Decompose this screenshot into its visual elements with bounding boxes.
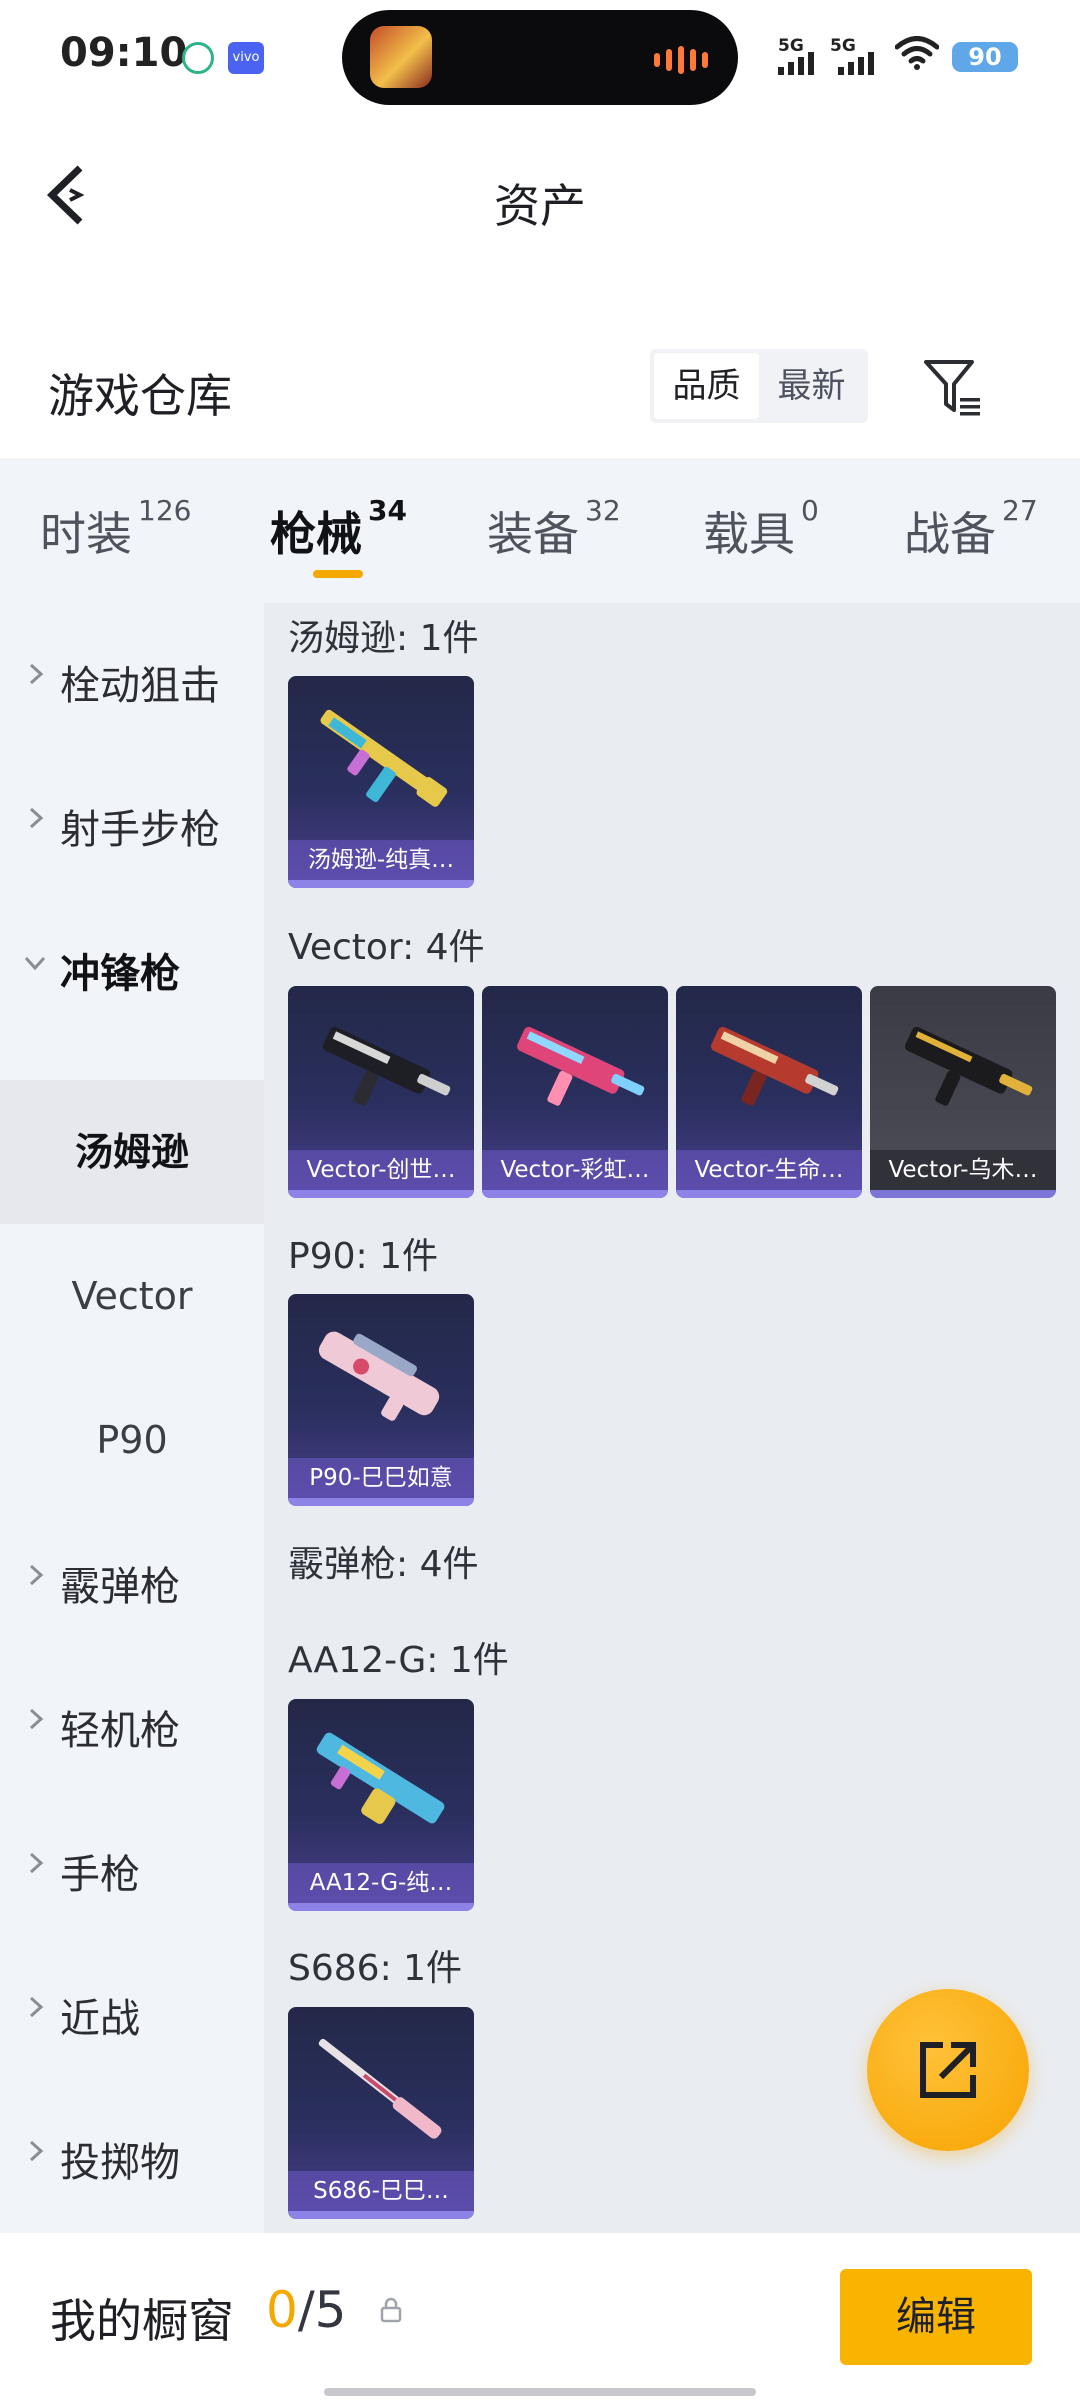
active-tab-indicator xyxy=(313,570,363,578)
showcase-title: 我的橱窗 xyxy=(50,2294,234,2348)
vector-skin-icon xyxy=(323,1026,451,1106)
tab-equipment[interactable]: 装备 32 xyxy=(487,494,621,564)
signal-bars-icon xyxy=(778,52,814,75)
home-indicator[interactable] xyxy=(324,2388,756,2396)
thompson-skin-icon xyxy=(320,709,448,807)
showcase-count: 0/5 xyxy=(266,2281,347,2339)
chevron-right-icon xyxy=(29,807,44,829)
skin-name: 汤姆逊-纯真… xyxy=(288,840,474,880)
wifi-icon xyxy=(895,36,939,70)
skin-card-p90-1[interactable]: P90-巳巳如意 xyxy=(288,1294,474,1506)
status-time: 09:10 xyxy=(60,30,188,76)
rarity-bar xyxy=(482,1190,668,1198)
vivo-notification-icon: vivo xyxy=(228,42,264,74)
rarity-bar xyxy=(288,1190,474,1198)
sort-latest-option[interactable]: 最新 xyxy=(759,353,864,419)
skin-card-s686-1[interactable]: S686-巳巳… xyxy=(288,2007,474,2219)
p90-skin-icon xyxy=(318,1331,440,1421)
vector-skin-icon xyxy=(517,1026,645,1106)
audio-wave-icon xyxy=(654,46,708,74)
skin-card-aa12g-1[interactable]: AA12-G-纯… xyxy=(288,1699,474,1911)
signal-bars-icon-2 xyxy=(838,52,874,75)
game-app-icon xyxy=(370,26,432,88)
rarity-bar xyxy=(288,1498,474,1506)
edit-button[interactable]: 编辑 xyxy=(840,2269,1032,2365)
chevron-right-icon xyxy=(29,1852,44,1874)
sidebar-item-shotgun[interactable]: 霰弹枪 xyxy=(0,1506,264,1650)
sidebar-item-bolt-sniper[interactable]: 栓动狙击 xyxy=(0,605,264,749)
battery-indicator: 90 xyxy=(952,42,1018,72)
share-icon xyxy=(920,2042,976,2098)
group-title-thompson: 汤姆逊: 1件 xyxy=(288,618,479,659)
showcase-bar: 我的橱窗 0/5 编辑 xyxy=(0,2233,1080,2400)
skin-name: S686-巳巳… xyxy=(288,2171,474,2211)
group-title-p90: P90: 1件 xyxy=(288,1236,438,1277)
skin-name: P90-巳巳如意 xyxy=(288,1458,474,1498)
category-tabs: 时装 126 枪械 34 装备 32 载具 0 战备 27 xyxy=(0,458,1080,603)
group-title-s686: S686: 1件 xyxy=(288,1948,463,1989)
skin-name: Vector-彩虹… xyxy=(482,1150,668,1190)
sidebar-item-lmg[interactable]: 轻机枪 xyxy=(0,1650,264,1794)
tab-vehicles[interactable]: 载具 0 xyxy=(703,494,819,564)
rarity-bar xyxy=(288,1903,474,1911)
skin-card-vector-1[interactable]: Vector-创世… xyxy=(288,986,474,1198)
skin-name: Vector-生命… xyxy=(676,1150,862,1190)
vector-skin-icon xyxy=(905,1026,1033,1106)
sidebar-subitem-p90[interactable]: P90 xyxy=(0,1368,264,1512)
chevron-right-icon xyxy=(29,1708,44,1730)
tab-firearms[interactable]: 枪械 34 xyxy=(270,494,407,564)
rarity-bar xyxy=(676,1190,862,1198)
sidebar-item-throwables[interactable]: 投掷物 xyxy=(0,2082,264,2226)
sort-toggle: 品质 最新 xyxy=(650,349,868,423)
chevron-right-icon xyxy=(29,1564,44,1586)
share-button[interactable] xyxy=(867,1989,1029,2151)
lock-icon xyxy=(380,2297,402,2323)
chevron-right-icon xyxy=(29,663,44,685)
rarity-bar xyxy=(288,2211,474,2219)
group-title-vector: Vector: 4件 xyxy=(288,927,485,968)
weapon-type-nav: 栓动狙击 射手步枪 冲锋枪 汤姆逊 Vector P90 霰弹枪 轻机枪 手枪 … xyxy=(0,603,264,2233)
s686-skin-icon xyxy=(318,2038,442,2139)
sidebar-subitem-thompson[interactable]: 汤姆逊 xyxy=(0,1080,264,1224)
skin-card-vector-3[interactable]: Vector-生命… xyxy=(676,986,862,1198)
tab-supplies[interactable]: 战备 27 xyxy=(904,494,1038,564)
sidebar-item-pistol[interactable]: 手枪 xyxy=(0,1794,264,1938)
sidebar-item-smg[interactable]: 冲锋枪 xyxy=(0,893,264,1037)
group-title-shotgun: 霰弹枪: 4件 xyxy=(288,1544,479,1585)
chevron-right-icon xyxy=(29,2140,44,2162)
status-bar: 09:10 vivo 5G 5G 90 xyxy=(0,0,1080,115)
dynamic-island xyxy=(342,10,738,105)
group-title-aa12g: AA12-G: 1件 xyxy=(288,1640,509,1681)
tab-fashion[interactable]: 时装 126 xyxy=(40,494,191,564)
skin-name: Vector-创世… xyxy=(288,1150,474,1190)
skin-card-vector-2[interactable]: Vector-彩虹… xyxy=(482,986,668,1198)
vector-skin-icon xyxy=(711,1026,839,1106)
sidebar-item-melee[interactable]: 近战 xyxy=(0,1938,264,2082)
rarity-bar xyxy=(870,1190,1056,1198)
app-notification-icon xyxy=(182,42,214,74)
skin-name: Vector-乌木… xyxy=(870,1150,1056,1190)
aa12g-skin-icon xyxy=(316,1732,445,1824)
chevron-right-icon xyxy=(29,1996,44,2018)
skin-card-thompson-1[interactable]: 汤姆逊-纯真… xyxy=(288,676,474,888)
skin-name: AA12-G-纯… xyxy=(288,1863,474,1903)
filter-icon[interactable] xyxy=(920,354,986,420)
sidebar-subitem-vector[interactable]: Vector xyxy=(0,1224,264,1368)
warehouse-title: 游戏仓库 xyxy=(48,369,232,423)
skin-card-vector-4[interactable]: Vector-乌木… xyxy=(870,986,1056,1198)
sidebar-item-dmr[interactable]: 射手步枪 xyxy=(0,749,264,893)
rarity-bar xyxy=(288,880,474,888)
sort-quality-option[interactable]: 品质 xyxy=(654,353,759,419)
weapon-skin-list: 汤姆逊: 1件 汤姆逊-纯真… Vector: 4件 Vector-创世… Ve… xyxy=(264,603,1080,2233)
chevron-down-icon xyxy=(24,956,46,971)
page-title: 资产 xyxy=(494,179,586,233)
